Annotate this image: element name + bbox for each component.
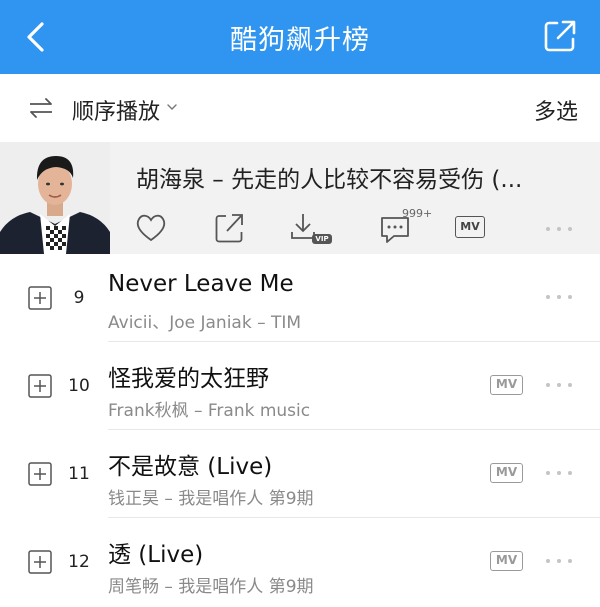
rank-number: 11	[68, 464, 90, 484]
song-subtitle: 钱正昊 – 我是唱作人 第9期	[108, 489, 314, 509]
share-icon[interactable]	[212, 210, 246, 246]
chevron-down-icon[interactable]	[166, 102, 178, 112]
song-row[interactable]: 9 Never Leave Me Avicii、Joe Janiak – TIM	[0, 254, 600, 342]
playlist-toolbar: 顺序播放 多选	[0, 74, 600, 142]
vip-badge: VIP	[315, 235, 329, 243]
add-icon[interactable]	[28, 374, 52, 398]
song-subtitle: 周笔畅 – 我是唱作人 第9期	[108, 577, 314, 597]
mv-button[interactable]: MV	[490, 375, 523, 395]
song-row[interactable]: 12 透 (Live) 周笔畅 – 我是唱作人 第9期 MV	[0, 518, 600, 606]
rank-number: 12	[68, 552, 90, 572]
song-row[interactable]: 10 怪我爱的太狂野 Frank秋枫 – Frank music MV	[0, 342, 600, 430]
mv-button[interactable]: MV	[490, 551, 523, 571]
mv-button[interactable]: MV	[455, 216, 485, 238]
song-row[interactable]: 11 不是故意 (Live) 钱正昊 – 我是唱作人 第9期 MV	[0, 430, 600, 518]
heart-icon[interactable]	[134, 210, 168, 246]
rank-number: 9	[73, 288, 85, 308]
share-icon[interactable]	[542, 18, 578, 54]
multi-select-button[interactable]: 多选	[534, 94, 578, 126]
song-subtitle: Frank秋枫 – Frank music	[108, 401, 311, 421]
more-icon[interactable]	[544, 468, 574, 478]
expanded-song-item[interactable]: 胡海泉 – 先走的人比较不容易受伤 (... VIP 999+ MV	[0, 142, 600, 254]
comment-count-badge: 999+	[402, 207, 433, 220]
song-title: 透 (Live)	[108, 542, 204, 568]
album-cover	[0, 142, 110, 254]
more-icon[interactable]	[544, 380, 574, 390]
play-order-selector[interactable]: 顺序播放	[72, 94, 160, 126]
song-subtitle: Avicii、Joe Janiak – TIM	[108, 313, 302, 333]
add-icon[interactable]	[28, 286, 52, 310]
more-icon[interactable]	[544, 292, 574, 302]
current-song-title: 胡海泉 – 先走的人比较不容易受伤 (...	[136, 167, 523, 193]
song-title: 不是故意 (Live)	[108, 454, 273, 480]
mv-button[interactable]: MV	[490, 463, 523, 483]
rank-number: 10	[68, 376, 90, 396]
sequential-play-icon[interactable]	[28, 96, 54, 120]
more-icon[interactable]	[544, 224, 574, 234]
more-icon[interactable]	[544, 556, 574, 566]
add-icon[interactable]	[28, 462, 52, 486]
top-bar: 酷狗飙升榜	[0, 0, 600, 74]
song-title: 怪我爱的太狂野	[108, 366, 269, 392]
add-icon[interactable]	[28, 550, 52, 574]
song-title: Never Leave Me	[108, 271, 294, 297]
page-title: 酷狗飙升榜	[230, 25, 370, 56]
